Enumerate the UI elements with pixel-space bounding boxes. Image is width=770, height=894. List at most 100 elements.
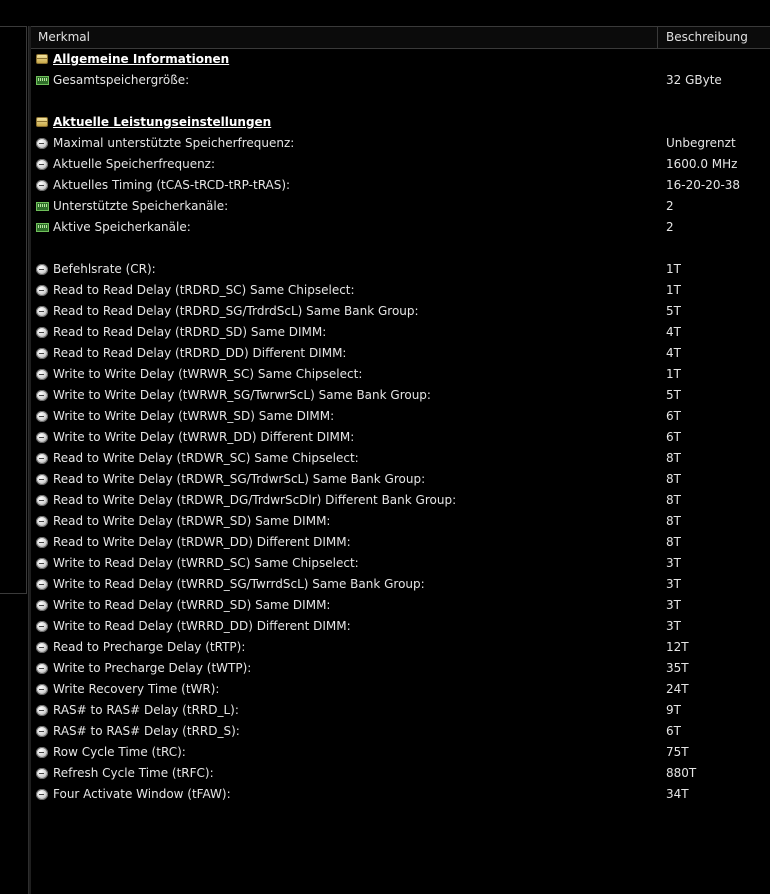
circle-icon [36,789,48,800]
property-label: Write Recovery Time (tWR): [53,682,220,696]
property-label: Write to Read Delay (tWRRD_SG/TwrrdScL) … [53,577,425,591]
property-row[interactable]: Read to Precharge Delay (tRTP): 12T [31,637,770,658]
property-label: Write to Write Delay (tWRWR_DD) Differen… [53,430,355,444]
property-row[interactable]: Read to Write Delay (tRDWR_SC) Same Chip… [31,448,770,469]
property-row[interactable]: Write to Read Delay (tWRRD_SD) Same DIMM… [31,595,770,616]
property-value: 8T [666,493,681,507]
property-row[interactable]: Aktuelles Timing (tCAS-tRCD-tRP-tRAS): 16… [31,175,770,196]
property-value: 6T [666,724,681,738]
property-value: 1T [666,367,681,381]
property-row[interactable]: Write to Write Delay (tWRWR_SC) Same Chi… [31,364,770,385]
property-value: 5T [666,388,681,402]
property-label: Write to Read Delay (tWRRD_SD) Same DIMM… [53,598,331,612]
property-row[interactable]: Write to Write Delay (tWRWR_SG/TwrwrScL)… [31,385,770,406]
circle-icon [36,726,48,737]
circle-icon [36,453,48,464]
property-value: 2 [666,199,674,213]
property-value: 8T [666,472,681,486]
property-value: Unbegrenzt [666,136,736,150]
property-value: 34T [666,787,689,801]
circle-icon [36,348,48,359]
property-row[interactable]: RAS# to RAS# Delay (tRRD_S): 6T [31,721,770,742]
property-row[interactable]: Write to Write Delay (tWRWR_SD) Same DIM… [31,406,770,427]
circle-icon [36,138,48,149]
property-row[interactable]: Maximal unterstützte Speicherfrequenz: Un… [31,133,770,154]
circle-icon [36,768,48,779]
property-label: Read to Write Delay (tRDWR_SD) Same DIMM… [53,514,331,528]
ram-icon [36,202,49,211]
property-row[interactable]: Read to Write Delay (tRDWR_DD) Different… [31,532,770,553]
property-row[interactable]: Read to Read Delay (tRDRD_SD) Same DIMM:… [31,322,770,343]
circle-icon [36,285,48,296]
circle-icon [36,663,48,674]
property-row[interactable]: RAS# to RAS# Delay (tRRD_L): 9T [31,700,770,721]
circle-icon [36,747,48,758]
property-value: 16-20-20-38 [666,178,741,192]
property-value: 24T [666,682,689,696]
property-label: Aktuelle Speicherfrequenz: [53,157,216,171]
property-value: 3T [666,577,681,591]
property-value: 4T [666,325,681,339]
property-label: Read to Write Delay (tRDWR_SC) Same Chip… [53,451,359,465]
property-row[interactable]: Refresh Cycle Time (tRFC): 880T [31,763,770,784]
circle-icon [36,495,48,506]
details-list-view[interactable]: Merkmal Beschreibung Allgemeine Informat… [31,26,770,894]
property-row[interactable]: Gesamtspeichergröße: 32 GByte [31,70,770,91]
property-row[interactable]: Unterstützte Speicherkanäle: 2 [31,196,770,217]
property-row[interactable]: Read to Read Delay (tRDRD_SG/TrdrdScL) S… [31,301,770,322]
property-row[interactable]: Aktuelle Speicherfrequenz: 1600.0 MHz [31,154,770,175]
left-tree-pane[interactable] [0,26,28,894]
property-label: Maximal unterstützte Speicherfrequenz: [53,136,295,150]
property-row[interactable]: Read to Write Delay (tRDWR_SD) Same DIMM… [31,511,770,532]
property-value: 880T [666,766,697,780]
section-header-row[interactable]: Aktuelle Leistungseinstellungen [31,112,770,133]
property-value: 2 [666,220,674,234]
circle-icon [36,306,48,317]
circle-icon [36,264,48,275]
property-row[interactable]: Write to Write Delay (tWRWR_DD) Differen… [31,427,770,448]
property-label: Write to Precharge Delay (tWTP): [53,661,252,675]
spacer-row [31,91,770,112]
section-title: Aktuelle Leistungseinstellungen [53,115,272,129]
property-value: 1600.0 MHz [666,157,738,171]
property-row[interactable]: Row Cycle Time (tRC): 75T [31,742,770,763]
property-value: 4T [666,346,681,360]
property-label: Read to Read Delay (tRDRD_SD) Same DIMM: [53,325,327,339]
column-header-beschreibung[interactable]: Beschreibung [659,27,770,48]
property-label: Write to Write Delay (tWRWR_SG/TwrwrScL)… [53,388,431,402]
property-row[interactable]: Write to Read Delay (tWRRD_SC) Same Chip… [31,553,770,574]
section-header-row[interactable]: Allgemeine Informationen [31,49,770,70]
property-label: Befehlsrate (CR): [53,262,156,276]
property-label: Read to Write Delay (tRDWR_DD) Different… [53,535,351,549]
property-value: 6T [666,409,681,423]
property-label: Aktive Speicherkanäle: [53,220,191,234]
circle-icon [36,558,48,569]
property-label: Aktuelles Timing (tCAS-tRCD-tRP-tRAS): [53,178,291,192]
property-label: Read to Precharge Delay (tRTP): [53,640,246,654]
property-row[interactable]: Read to Read Delay (tRDRD_DD) Different … [31,343,770,364]
property-label: Four Activate Window (tFAW): [53,787,231,801]
column-header-merkmal[interactable]: Merkmal [31,27,658,48]
property-label: Write to Read Delay (tWRRD_SC) Same Chip… [53,556,359,570]
property-row[interactable]: Write to Precharge Delay (tWTP): 35T [31,658,770,679]
ram-icon [36,76,49,85]
property-value: 8T [666,535,681,549]
circle-icon [36,537,48,548]
property-rows: Allgemeine Informationen Gesamtspeichergr… [31,49,770,805]
property-row[interactable]: Write to Read Delay (tWRRD_DD) Different… [31,616,770,637]
property-row[interactable]: Befehlsrate (CR): 1T [31,259,770,280]
property-row[interactable]: Four Activate Window (tFAW): 34T [31,784,770,805]
spacer-row [31,238,770,259]
property-row[interactable]: Read to Write Delay (tRDWR_SG/TrdwrScL) … [31,469,770,490]
property-value: 6T [666,430,681,444]
property-row[interactable]: Aktive Speicherkanäle: 2 [31,217,770,238]
property-row[interactable]: Write to Read Delay (tWRRD_SG/TwrrdScL) … [31,574,770,595]
property-row[interactable]: Write Recovery Time (tWR): 24T [31,679,770,700]
property-label: RAS# to RAS# Delay (tRRD_S): [53,724,240,738]
property-value: 5T [666,304,681,318]
section-title: Allgemeine Informationen [53,52,230,66]
property-label: Read to Write Delay (tRDWR_DG/TrdwrScDlr… [53,493,457,507]
circle-icon [36,327,48,338]
property-row[interactable]: Read to Write Delay (tRDWR_DG/TrdwrScDlr… [31,490,770,511]
property-row[interactable]: Read to Read Delay (tRDRD_SC) Same Chips… [31,280,770,301]
